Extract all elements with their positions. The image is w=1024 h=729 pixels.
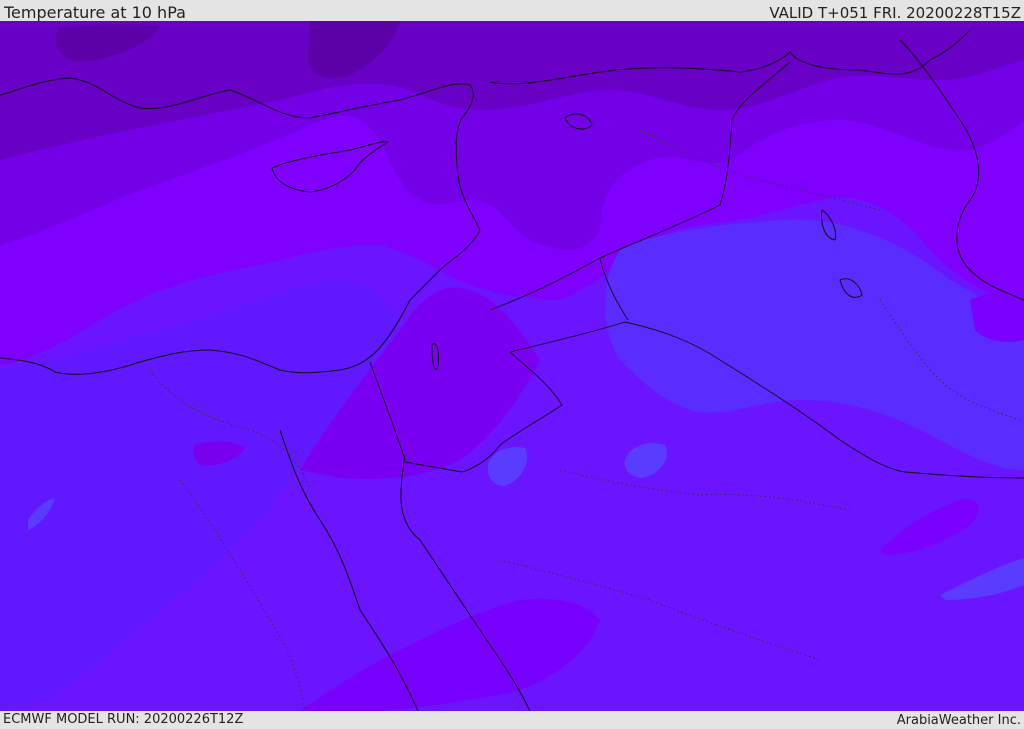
weather-map-viewer: Temperature at 10 hPa VALID T+051 FRI. 2… — [0, 0, 1024, 729]
map-title: Temperature at 10 hPa — [4, 3, 186, 22]
credit-label: ArabiaWeather Inc. — [896, 713, 1021, 728]
footer-bar: ECMWF MODEL RUN: 20200226T12Z ArabiaWeat… — [0, 711, 1024, 729]
header-bar: Temperature at 10 hPa VALID T+051 FRI. 2… — [0, 0, 1024, 22]
model-run-label: ECMWF MODEL RUN: 20200226T12Z — [3, 712, 244, 727]
valid-time-label: VALID T+051 FRI. 20200228T15Z — [769, 4, 1021, 22]
temperature-map — [0, 21, 1024, 711]
map-canvas — [0, 21, 1024, 711]
